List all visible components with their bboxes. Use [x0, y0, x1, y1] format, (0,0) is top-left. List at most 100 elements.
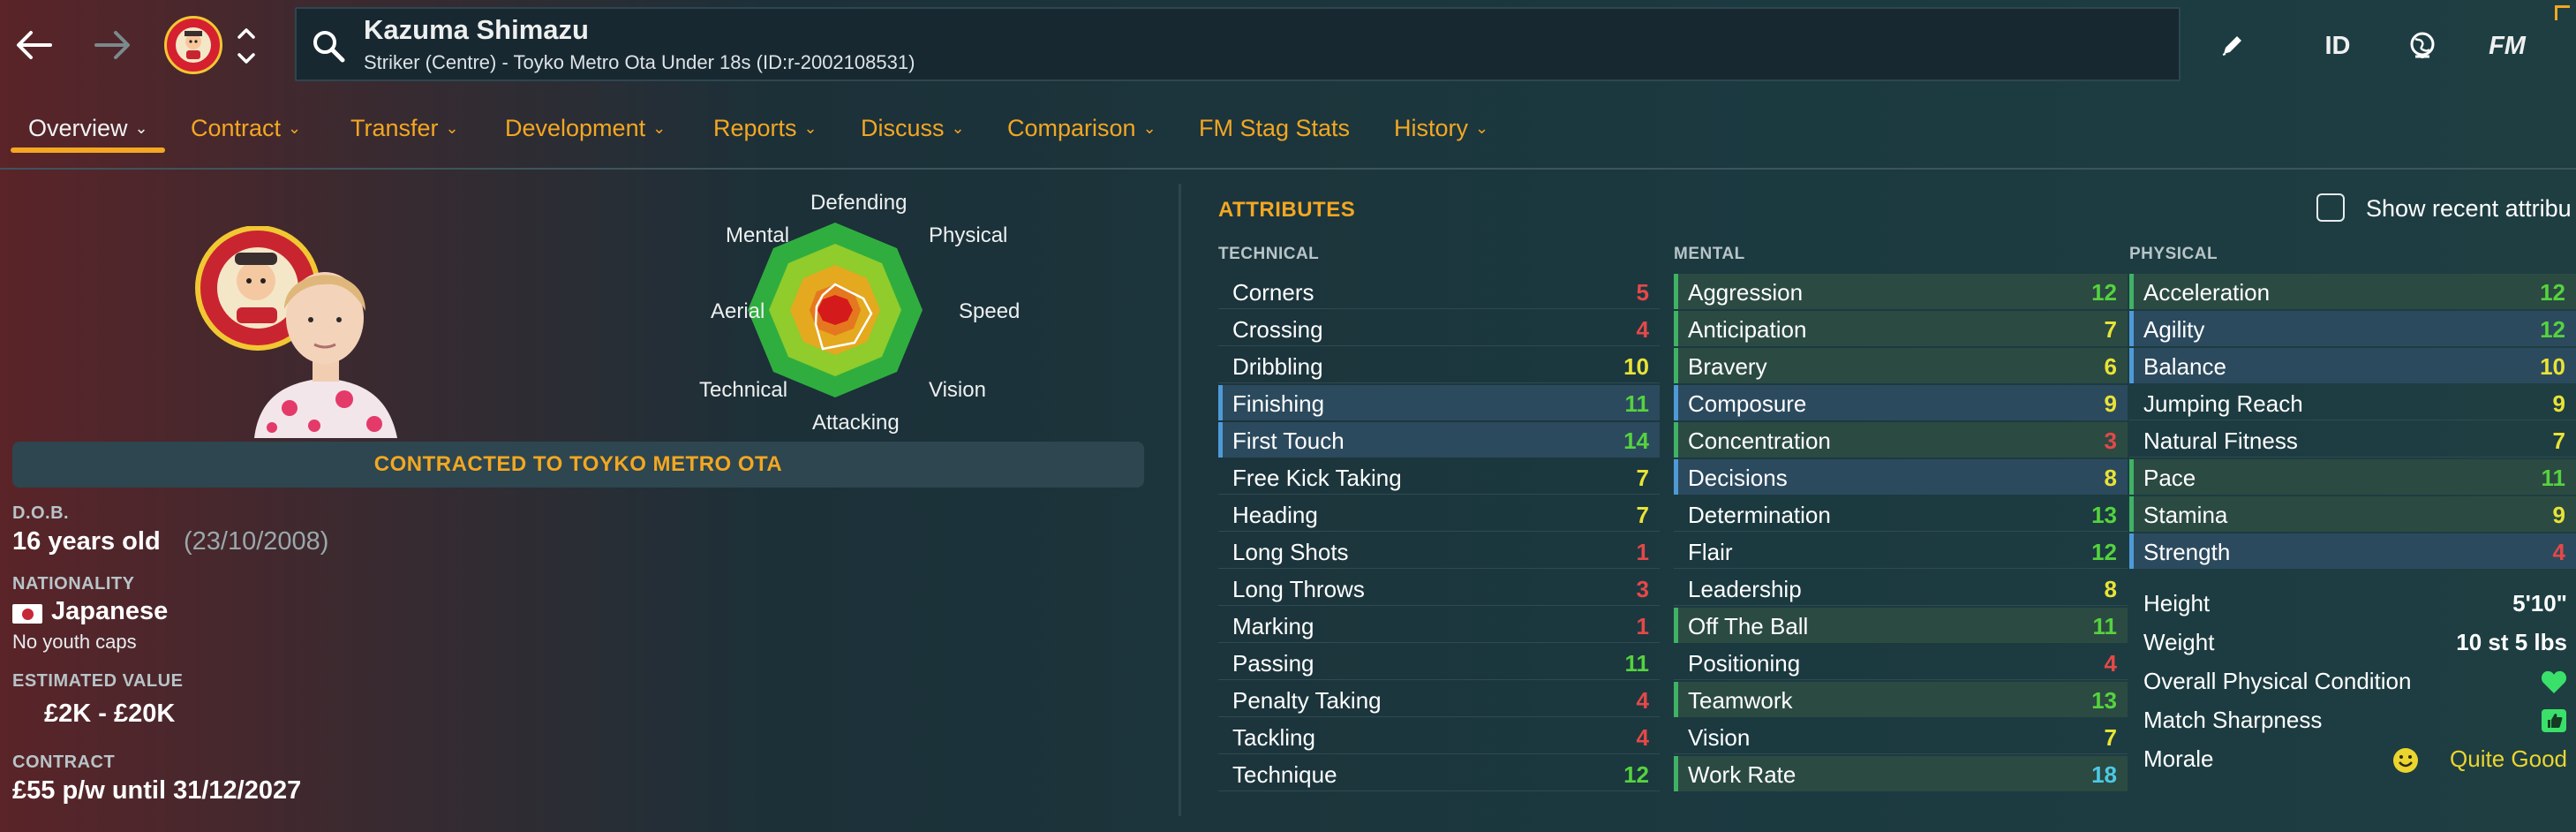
attribute-row-strength[interactable]: Strength 4	[2129, 533, 2576, 569]
attribute-row-corners[interactable]: Corners 5	[1218, 274, 1660, 309]
attribute-row-stamina[interactable]: Stamina 9	[2129, 496, 2576, 532]
japan-flag-icon[interactable]	[12, 604, 42, 624]
tab-development[interactable]: Development ⌄	[505, 115, 666, 142]
attribute-value: 11	[1624, 390, 1650, 417]
attribute-row-positioning[interactable]: Positioning 4	[1674, 645, 2128, 680]
attribute-row-heading[interactable]: Heading 7	[1218, 496, 1660, 532]
player-photo	[192, 225, 420, 438]
attribute-value: 13	[2091, 502, 2117, 528]
attribute-name: Bravery	[1688, 353, 1767, 380]
attribute-name: Concentration	[1688, 427, 1831, 454]
attribute-value: 4	[2104, 650, 2117, 677]
attribute-row-finishing[interactable]: Finishing 11	[1218, 385, 1660, 420]
physical-header: PHYSICAL	[2129, 245, 2218, 263]
attribute-row-leadership[interactable]: Leadership 8	[1674, 571, 2128, 606]
height-value: 5'10"	[2512, 590, 2567, 616]
morale-value[interactable]: Quite Good	[2450, 745, 2567, 773]
attribute-row-composure[interactable]: Composure 9	[1674, 385, 2128, 420]
show-recent-checkbox[interactable]	[2316, 193, 2345, 222]
attribute-row-decisions[interactable]: Decisions 8	[1674, 459, 2128, 495]
attribute-row-pace[interactable]: Pace 11	[2129, 459, 2576, 495]
chevron-down-icon: ⌄	[951, 119, 965, 137]
attribute-row-passing[interactable]: Passing 11	[1218, 645, 1660, 680]
height-label: Height	[2143, 590, 2211, 616]
tab-history[interactable]: History ⌄	[1394, 115, 1488, 142]
attribute-row-determination[interactable]: Determination 13	[1674, 496, 2128, 532]
tab-transfer[interactable]: Transfer ⌄	[350, 115, 459, 142]
estimated-value[interactable]: £2K - £20K	[44, 700, 175, 729]
morale-label: Morale	[2143, 745, 2214, 772]
attribute-row-aggression[interactable]: Aggression 12	[1674, 274, 2128, 309]
attribute-name: Long Throws	[1232, 576, 1365, 602]
back-arrow-icon[interactable]	[7, 18, 62, 72]
attribute-row-acceleration[interactable]: Acceleration 12	[2129, 274, 2576, 309]
attribute-row-concentration[interactable]: Concentration 3	[1674, 422, 2128, 458]
tab-label: Transfer	[350, 115, 439, 141]
attribute-row-first-touch[interactable]: First Touch 14	[1218, 422, 1660, 458]
attribute-row-natural-fitness[interactable]: Natural Fitness 7	[2129, 422, 2576, 458]
attribute-value: 7	[2104, 724, 2117, 751]
attribute-value: 7	[2104, 316, 2117, 343]
attribute-row-free-kick-taking[interactable]: Free Kick Taking 7	[1218, 459, 1660, 495]
attribute-row-teamwork[interactable]: Teamwork 13	[1674, 682, 2128, 717]
tab-label: Reports	[713, 115, 797, 141]
heart-icon[interactable]	[2541, 669, 2567, 699]
radar-label-physical: Physical	[929, 223, 1008, 247]
attribute-row-crossing[interactable]: Crossing 4	[1218, 311, 1660, 346]
attribute-value: 9	[2552, 502, 2565, 528]
attribute-value: 4	[2552, 539, 2565, 565]
radar-label-attacking: Attacking	[812, 411, 900, 435]
attribute-value: 3	[2104, 427, 2117, 454]
attribute-row-long-throws[interactable]: Long Throws 3	[1218, 571, 1660, 606]
physical-condition-label: Overall Physical Condition	[2143, 668, 2412, 694]
attribute-row-bravery[interactable]: Bravery 6	[1674, 348, 2128, 383]
club-badge[interactable]	[164, 16, 222, 74]
pencil-icon[interactable]	[2212, 21, 2251, 71]
technical-header: TECHNICAL	[1218, 245, 1320, 263]
contracted-to-banner[interactable]: CONTRACTED TO TOYKO METRO OTA	[12, 442, 1144, 488]
attribute-row-balance[interactable]: Balance 10	[2129, 348, 2576, 383]
attribute-row-long-shots[interactable]: Long Shots 1	[1218, 533, 1660, 569]
attribute-row-vision[interactable]: Vision 7	[1674, 719, 2128, 754]
attribute-name: Heading	[1232, 502, 1318, 528]
player-search-box[interactable]: Kazuma Shimazu Striker (Centre) - Toyko …	[295, 7, 2181, 81]
globe-icon[interactable]	[2403, 21, 2442, 71]
attribute-name: Strength	[2143, 539, 2231, 565]
fm-logo-button[interactable]: FM	[2481, 21, 2534, 71]
attribute-value: 10	[1623, 353, 1649, 380]
attribute-row-tackling[interactable]: Tackling 4	[1218, 719, 1660, 754]
up-down-chevron-icon[interactable]	[233, 19, 260, 72]
tab-reports[interactable]: Reports ⌄	[713, 115, 817, 142]
attribute-row-off-the-ball[interactable]: Off The Ball 11	[1674, 608, 2128, 643]
tab-fm-stag-stats[interactable]: FM Stag Stats	[1199, 115, 1350, 142]
attribute-row-penalty-taking[interactable]: Penalty Taking 4	[1218, 682, 1660, 717]
search-icon[interactable]	[309, 26, 348, 65]
attribute-name: Vision	[1688, 724, 1751, 751]
attribute-name: Composure	[1688, 390, 1807, 417]
player-name: Kazuma Shimazu	[364, 14, 589, 45]
attribute-row-marking[interactable]: Marking 1	[1218, 608, 1660, 643]
attribute-row-work-rate[interactable]: Work Rate 18	[1674, 756, 2128, 791]
nationality-value[interactable]: Japanese	[51, 597, 168, 626]
show-recent-label[interactable]: Show recent attribu	[2366, 195, 2572, 223]
active-tab-underline	[11, 147, 165, 153]
attribute-value: 18	[2091, 761, 2117, 788]
radar-label-technical: Technical	[699, 378, 788, 402]
attribute-row-flair[interactable]: Flair 12	[1674, 533, 2128, 569]
attribute-row-jumping-reach[interactable]: Jumping Reach 9	[2129, 385, 2576, 420]
tab-contract[interactable]: Contract ⌄	[191, 115, 301, 142]
thumbs-up-icon[interactable]	[2541, 708, 2567, 737]
forward-arrow-icon[interactable]	[85, 18, 139, 72]
attribute-row-anticipation[interactable]: Anticipation 7	[1674, 311, 2128, 346]
nationality-label: NATIONALITY	[12, 574, 135, 594]
tab-overview[interactable]: Overview ⌄	[28, 115, 148, 142]
attribute-name: Flair	[1688, 539, 1733, 565]
tab-comparison[interactable]: Comparison ⌄	[1007, 115, 1156, 142]
tab-discuss[interactable]: Discuss ⌄	[861, 115, 965, 142]
attribute-name: Corners	[1232, 279, 1314, 306]
attribute-name: Free Kick Taking	[1232, 465, 1402, 491]
attribute-row-agility[interactable]: Agility 12	[2129, 311, 2576, 346]
attribute-row-technique[interactable]: Technique 12	[1218, 756, 1660, 791]
attribute-row-dribbling[interactable]: Dribbling 10	[1218, 348, 1660, 383]
id-button[interactable]: ID	[2320, 21, 2355, 71]
